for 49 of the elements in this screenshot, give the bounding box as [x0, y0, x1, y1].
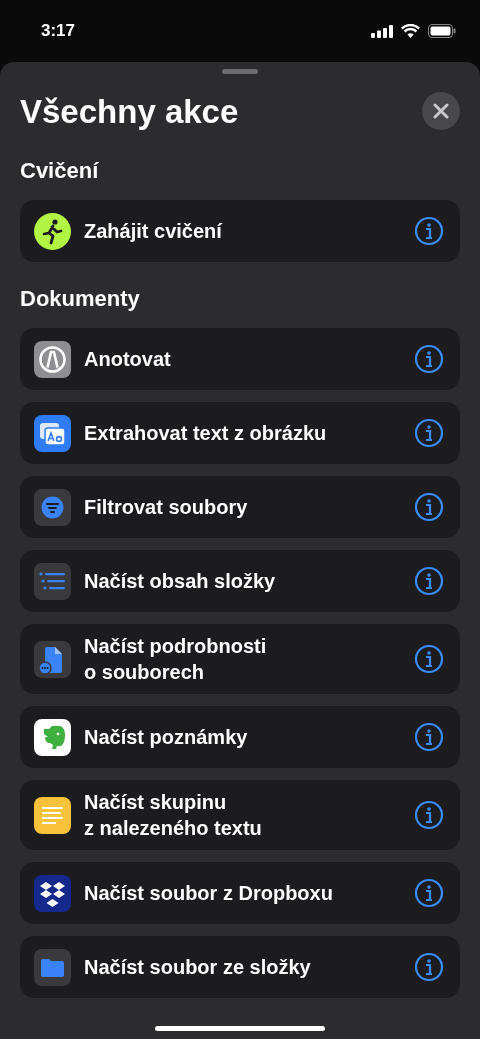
action-label: Extrahovat text z obrázku [84, 421, 328, 446]
document-icon [34, 640, 71, 678]
filter-icon [34, 488, 71, 526]
action-row[interactable]: Načíst soubor z Dropboxu [20, 862, 460, 924]
action-label: Filtrovat soubory [84, 495, 249, 520]
status-time: 3:17 [41, 20, 76, 43]
action-label: Načíst podrobnosti o souborech [84, 634, 268, 685]
action-row[interactable]: Načíst obsah složky [20, 550, 460, 612]
action-row[interactable]: Anotovat [20, 328, 460, 390]
action-label: Načíst soubor ze složky [84, 955, 312, 980]
section-heading: Dokumenty [20, 288, 141, 310]
action-row[interactable]: Načíst podrobnosti o souborech [20, 624, 460, 694]
action-label: Anotovat [84, 347, 172, 372]
pen-icon [34, 340, 71, 378]
section-heading: Cvičení [20, 160, 100, 182]
action-row[interactable]: Načíst skupinu z nalezeného textu [20, 780, 460, 850]
info-icon[interactable] [414, 878, 444, 908]
info-icon[interactable] [414, 492, 444, 522]
action-label: Načíst skupinu z nalezeného textu [84, 790, 263, 841]
info-icon[interactable] [414, 418, 444, 448]
info-icon[interactable] [414, 800, 444, 830]
info-icon[interactable] [414, 644, 444, 674]
action-label: Načíst soubor z Dropboxu [84, 881, 334, 906]
action-row[interactable]: Filtrovat soubory [20, 476, 460, 538]
action-label: Zahájit cvičení [84, 219, 224, 244]
action-row[interactable]: Extrahovat text z obrázku [20, 402, 460, 464]
wifi-icon [401, 24, 420, 38]
info-icon[interactable] [414, 722, 444, 752]
info-icon[interactable] [414, 566, 444, 596]
info-icon[interactable] [414, 952, 444, 982]
info-icon[interactable] [414, 216, 444, 246]
battery-icon [428, 24, 456, 38]
notes-icon [34, 796, 71, 834]
workout-icon [34, 212, 71, 250]
close-button[interactable] [422, 92, 460, 130]
signal-icon [371, 24, 393, 38]
elephant-icon [34, 718, 71, 756]
action-label: Načíst obsah složky [84, 569, 277, 594]
action-row[interactable]: Načíst poznámky [20, 706, 460, 768]
info-icon[interactable] [414, 344, 444, 374]
action-row[interactable]: Zahájit cvičení [20, 200, 460, 262]
open-box-icon [34, 874, 71, 912]
text-scan-icon [34, 414, 71, 452]
action-label: Načíst poznámky [84, 725, 249, 750]
folder-icon [34, 948, 71, 986]
action-row[interactable]: Načíst soubor ze složky [20, 936, 460, 998]
list-icon [34, 562, 71, 600]
sheet-title: Všechny akce [20, 94, 239, 128]
close-icon [433, 103, 449, 119]
